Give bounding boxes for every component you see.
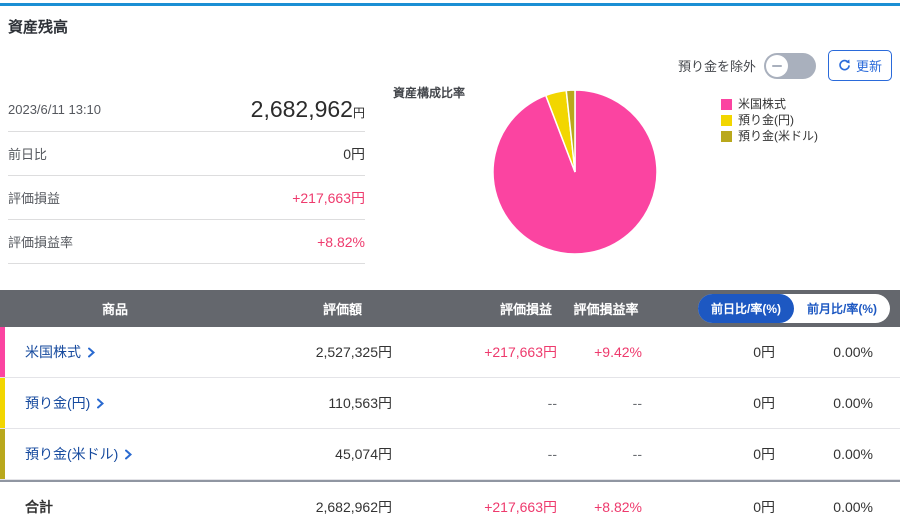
summary-row-label: 前日比 <box>8 147 48 162</box>
daily-rate-tab[interactable]: 前日比/率(%) <box>698 294 794 323</box>
top-accent-line <box>0 3 900 6</box>
chart-title: 資産構成比率 <box>393 86 466 100</box>
legend-item: 預り金(円) <box>721 114 818 127</box>
refresh-button[interactable]: 更新 <box>827 50 892 81</box>
summary-row-value: +8.82% <box>317 233 365 250</box>
chart-legend: 米国株式預り金(円) 預り金(米ドル) <box>721 98 818 143</box>
summary-row: 前日比 0円 <box>8 132 365 176</box>
timestamp: 2023/6/11 13:10 <box>8 102 102 117</box>
product-link[interactable]: 預り金(円) <box>0 393 230 413</box>
summary-rows: 前日比 0円評価損益 +217,663円評価損益率 +8.82% <box>8 132 365 264</box>
table-body: 米国株式 2,527,325円 +217,663円 +9.42% 0円 0.00% 預り金(… <box>0 327 900 531</box>
holdings-table: 商品 評価額 評価損益 評価損益率 前日比/率(%) 前月比/率(%) 米国株式… <box>0 290 900 531</box>
total-pl: +217,663円 <box>484 498 557 515</box>
table-row: 預り金(米ドル) 45,074円 -- -- 0円 0.00% <box>0 429 900 480</box>
product-name: 米国株式 <box>25 344 81 360</box>
refresh-label: 更新 <box>855 59 882 74</box>
summary-header-row: 2023/6/11 13:10 2,682,962円 <box>8 88 365 132</box>
chevron-right-icon <box>88 347 95 357</box>
product-link[interactable]: 預り金(米ドル) <box>0 444 230 464</box>
total-value: 2,682,962円 <box>315 498 392 515</box>
monthly-rate-tab[interactable]: 前月比/率(%) <box>794 294 890 323</box>
header-pl-rate: 評価損益率 <box>573 302 639 317</box>
summary-row: 評価損益率 +8.82% <box>8 220 365 264</box>
total-label: 合計 <box>0 497 230 517</box>
cell-day_rate: 0.00% <box>833 395 873 411</box>
cell-pl: +217,663円 <box>484 344 557 360</box>
cell-value: 45,074円 <box>335 446 392 462</box>
header-product: 商品 <box>101 302 128 317</box>
total-asset-amount: 2,682,962円 <box>250 96 365 122</box>
legend-label: 米国株式 <box>738 97 787 111</box>
refresh-icon <box>839 59 850 71</box>
legend-swatch <box>721 115 732 126</box>
header-value: 評価額 <box>322 302 362 317</box>
summary-row-label: 評価損益率 <box>8 235 74 250</box>
summary-row-label: 評価損益 <box>8 191 61 206</box>
cell-pl_rate: +9.42% <box>594 344 642 360</box>
cell-pl_rate: -- <box>632 395 642 411</box>
cell-day_change: 0円 <box>753 344 775 360</box>
legend-item: 米国株式 <box>721 98 818 111</box>
toggle-knob <box>765 54 788 77</box>
cell-day_rate: 0.00% <box>833 344 873 360</box>
cell-day_rate: 0.00% <box>833 446 873 462</box>
asset-balance-page: 資産残高 預り金を除外 更新 2023/6/11 13:10 2,682,962… <box>0 0 900 531</box>
chevron-right-icon <box>125 449 133 459</box>
cell-day_change: 0円 <box>753 395 775 411</box>
total-day_rate: 0.00% <box>833 498 873 515</box>
cell-value: 2,527,325円 <box>315 344 392 360</box>
legend-label: 預り金(米ドル) <box>738 129 818 143</box>
table-row: 米国株式 2,527,325円 +217,663円 +9.42% 0円 0.00% <box>0 327 900 378</box>
cell-pl: -- <box>547 395 557 411</box>
total-pl_rate: +8.82% <box>594 498 642 515</box>
total-name: 合計 <box>25 498 53 515</box>
cell-value: 110,563円 <box>328 395 392 411</box>
cell-day_change: 0円 <box>753 446 775 462</box>
allocation-pie-chart <box>492 89 658 255</box>
legend-item: 預り金(米ドル) <box>721 130 818 143</box>
legend-swatch <box>721 131 732 142</box>
summary-row-value: 0円 <box>343 145 365 162</box>
table-header-row: 商品 評価額 評価損益 評価損益率 前日比/率(%) 前月比/率(%) <box>0 290 900 327</box>
chevron-right-icon <box>97 398 105 408</box>
product-name: 預り金(米ドル) <box>25 446 119 462</box>
legend-swatch <box>721 99 732 110</box>
toggle-minus-icon <box>771 64 782 67</box>
table-row: 預り金(円) 110,563円 -- -- 0円 0.00% <box>0 378 900 429</box>
rate-period-toggle: 前日比/率(%) 前月比/率(%) <box>698 294 890 323</box>
page-title: 資産残高 <box>8 19 69 36</box>
table-total-row: 合計 2,682,962円 +217,663円 +8.82% 0円 0.00% <box>0 480 900 531</box>
cell-pl_rate: -- <box>632 446 642 462</box>
legend-label: 預り金(円) <box>738 113 794 127</box>
product-name: 預り金(円) <box>25 395 91 411</box>
controls-bar: 預り金を除外 更新 <box>678 50 892 81</box>
exclude-deposits-label: 預り金を除外 <box>677 59 756 74</box>
summary-row-value: +217,663円 <box>292 189 365 206</box>
header-pl: 評価損益 <box>499 302 552 317</box>
cell-pl: -- <box>547 446 557 462</box>
summary-panel: 2023/6/11 13:10 2,682,962円 前日比 0円評価損益 +217… <box>8 88 365 264</box>
product-link[interactable]: 米国株式 <box>0 342 230 362</box>
summary-row: 評価損益 +217,663円 <box>8 176 365 220</box>
exclude-deposits-toggle[interactable] <box>763 52 816 79</box>
total-day_change: 0円 <box>753 498 775 515</box>
